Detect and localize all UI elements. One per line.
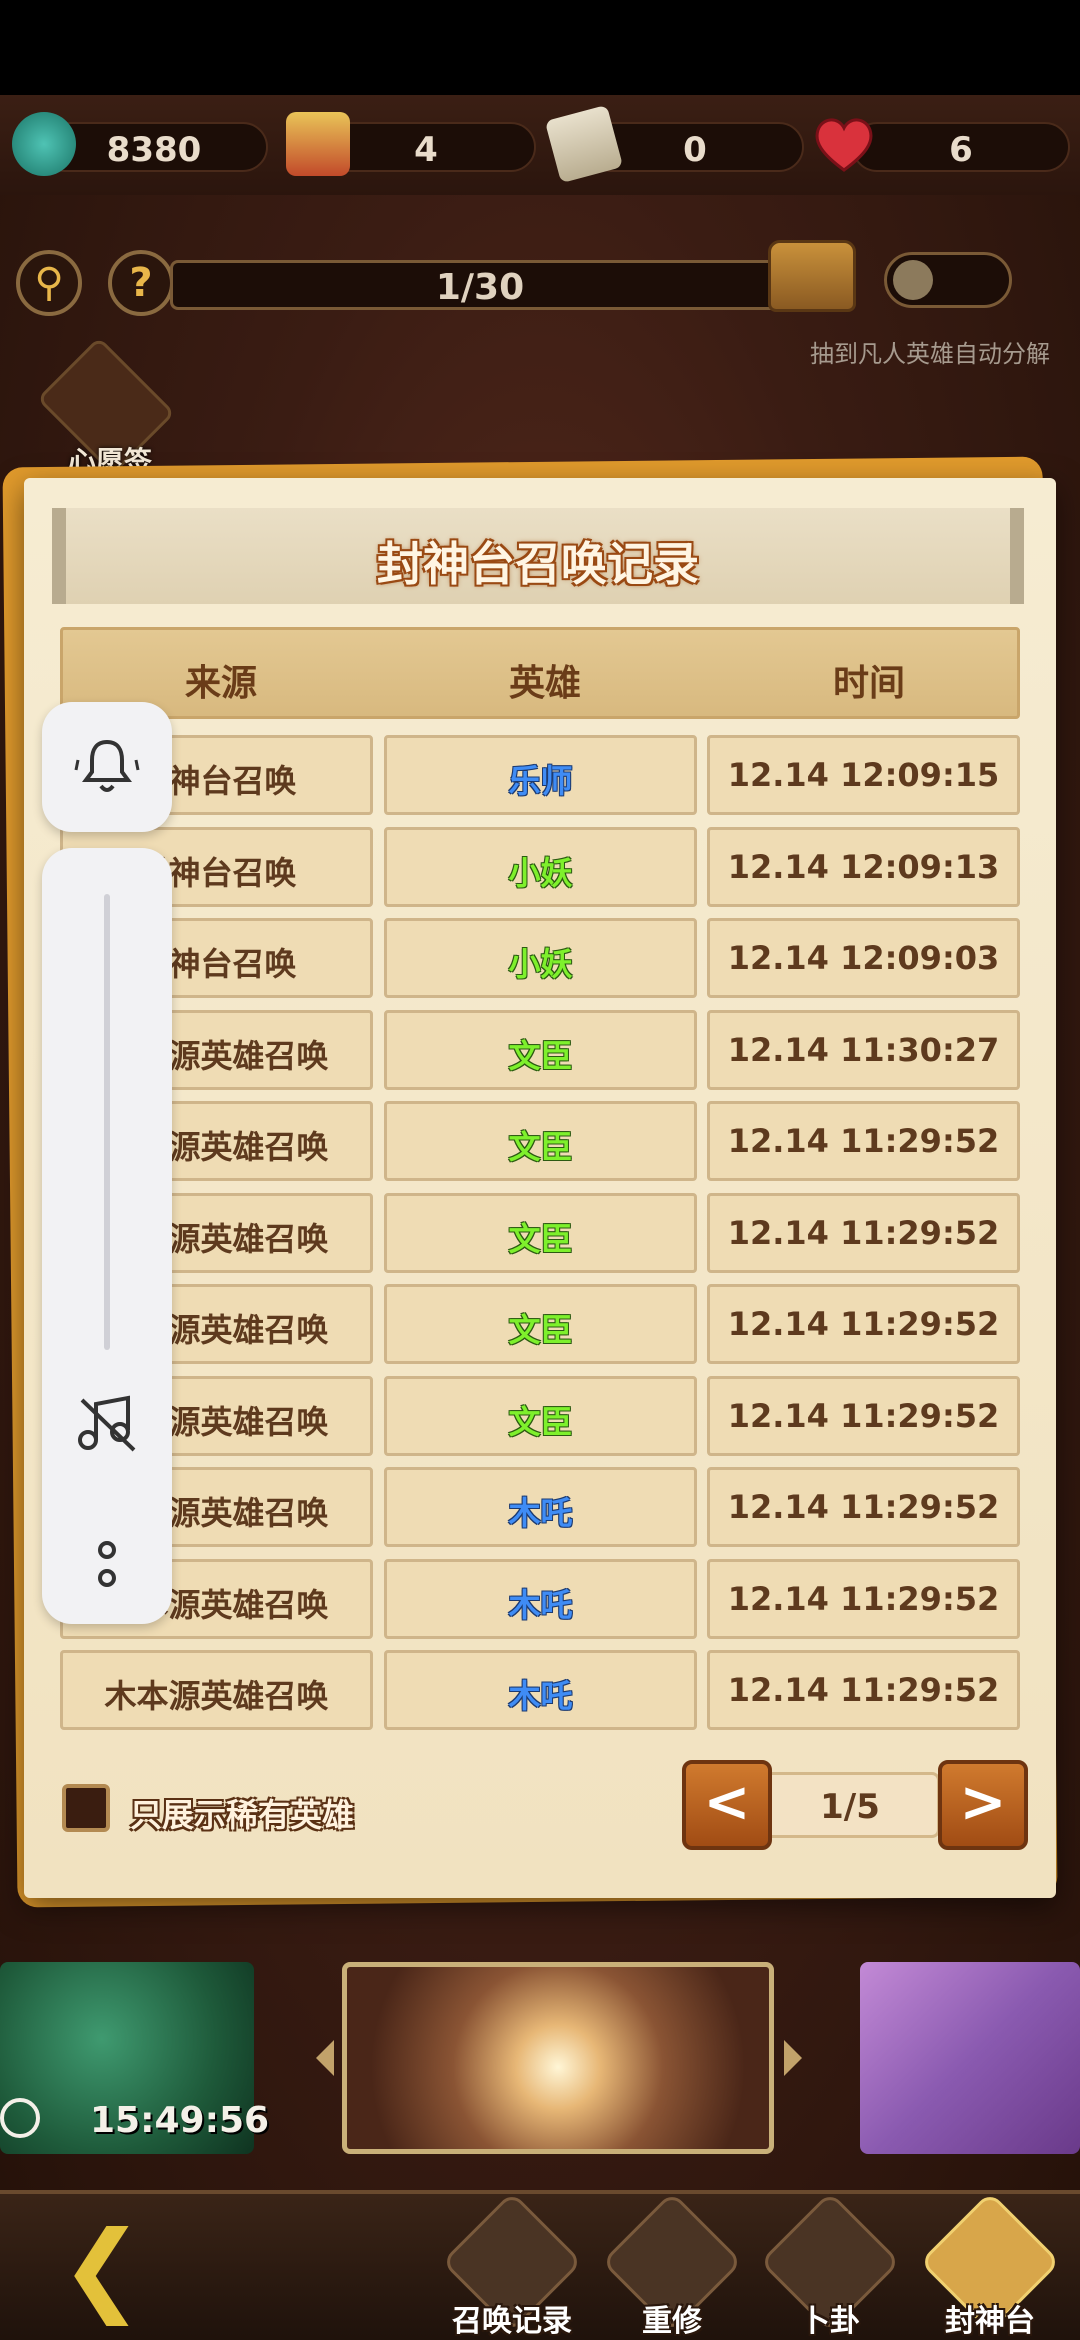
cell-time-text: 12.14 11:29:52	[727, 1671, 1000, 1709]
cell-time-text: 12.14 11:29:52	[727, 1397, 1000, 1435]
cell-hero-text: 小妖	[508, 854, 573, 892]
ringer-panel[interactable]	[42, 702, 172, 832]
cell-time: 12.14 11:30:27	[707, 1010, 1020, 1090]
cell-hero: 文臣	[384, 1193, 697, 1273]
status-bar	[0, 0, 1080, 95]
cell-time-text: 12.14 11:29:52	[727, 1122, 1000, 1160]
heart-icon	[812, 114, 876, 178]
cell-hero: 小妖	[384, 918, 697, 998]
cell-time: 12.14 12:09:13	[707, 827, 1020, 907]
event-banner-right[interactable]	[860, 1962, 1080, 2154]
header-source: 来源	[184, 663, 257, 704]
more-icon[interactable]	[94, 1540, 120, 1596]
cell-hero: 木吒	[384, 1467, 697, 1547]
next-page-button[interactable]: >	[938, 1760, 1028, 1850]
cell-time: 12.14 11:29:52	[707, 1467, 1020, 1547]
cell-time: 12.14 11:29:52	[707, 1376, 1020, 1456]
chevron-right-icon[interactable]	[784, 2040, 802, 2076]
cell-time: 12.14 11:29:52	[707, 1193, 1020, 1273]
nav-divination[interactable]: 卜卦	[745, 2296, 915, 2340]
search-icon: ⚲	[34, 260, 64, 306]
cell-hero: 文臣	[384, 1010, 697, 1090]
cell-hero-text: 木吒	[508, 1586, 573, 1624]
table-header: 来源 英雄 时间	[60, 627, 1020, 719]
cell-hero-text: 木吒	[508, 1494, 573, 1532]
cell-time-text: 12.14 11:29:52	[727, 1488, 1000, 1526]
progress-text: 1/30	[435, 267, 525, 308]
help-button[interactable]: ?	[108, 250, 174, 316]
scroll-ticket-icon	[286, 112, 350, 176]
header-hero: 英雄	[508, 663, 581, 704]
cell-time-text: 12.14 12:09:03	[727, 939, 1000, 977]
cell-hero: 木吒	[384, 1650, 697, 1730]
currency-heart: 6	[852, 122, 1070, 172]
volume-slider[interactable]	[104, 894, 110, 1350]
cell-source-text: 木本源英雄召唤	[104, 1677, 329, 1715]
nav-retrain[interactable]: 重修	[587, 2296, 757, 2340]
rare-only-checkbox[interactable]	[62, 1784, 110, 1832]
cell-hero-text: 小妖	[508, 945, 573, 983]
page-indicator: 1/5	[760, 1772, 940, 1838]
cell-time: 12.14 12:09:03	[707, 918, 1020, 998]
rare-only-label: 只展示稀有英雄	[130, 1796, 355, 1834]
cell-hero: 小妖	[384, 827, 697, 907]
cell-time-text: 12.14 12:09:15	[727, 756, 1000, 794]
clock-icon	[0, 2098, 40, 2138]
cell-time-text: 12.14 11:30:27	[727, 1031, 1000, 1069]
music-off-icon[interactable]	[74, 1394, 140, 1454]
bell-icon[interactable]	[74, 736, 140, 798]
cell-time: 12.14 11:29:52	[707, 1559, 1020, 1639]
cell-hero: 乐师	[384, 735, 697, 815]
dialog-title-band: 封神台召唤记录	[52, 508, 1024, 604]
cell-hero-text: 文臣	[508, 1128, 573, 1166]
cell-time-text: 12.14 11:29:52	[727, 1305, 1000, 1343]
cell-time: 12.14 11:29:52	[707, 1650, 1020, 1730]
chevron-left-icon[interactable]	[316, 2040, 334, 2076]
cell-hero-text: 文臣	[508, 1311, 573, 1349]
cell-hero-text: 乐师	[508, 762, 573, 800]
cell-hero: 文臣	[384, 1284, 697, 1364]
cell-time: 12.14 12:09:15	[707, 735, 1020, 815]
cell-time-text: 12.14 12:09:13	[727, 848, 1000, 886]
prev-page-button[interactable]: <	[682, 1760, 772, 1850]
dialog-title: 封神台召唤记录	[377, 537, 699, 591]
cell-time: 12.14 11:29:52	[707, 1284, 1020, 1364]
search-button[interactable]: ⚲	[16, 250, 82, 316]
auto-decompose-toggle[interactable]	[884, 252, 1012, 308]
event-timer: 15:49:56	[90, 2100, 270, 2141]
jade-coin-icon	[12, 112, 76, 176]
toggle-knob	[893, 260, 933, 300]
help-icon: ?	[129, 260, 153, 306]
cell-hero: 文臣	[384, 1376, 697, 1456]
cell-hero-text: 木吒	[508, 1677, 573, 1715]
cell-hero-text: 文臣	[508, 1037, 573, 1075]
cell-hero: 文臣	[384, 1101, 697, 1181]
summon-portal-banner[interactable]	[342, 1962, 774, 2154]
nav-altar[interactable]: 封神台	[905, 2296, 1075, 2340]
cell-time-text: 12.14 11:29:52	[727, 1580, 1000, 1618]
cell-time-text: 12.14 11:29:52	[727, 1214, 1000, 1252]
auto-decompose-label: 抽到凡人英雄自动分解	[810, 340, 1050, 368]
header-time: 时间	[832, 663, 905, 704]
back-arrow-icon[interactable]: ❮	[60, 2218, 180, 2318]
cell-hero-text: 文臣	[508, 1403, 573, 1441]
cell-time: 12.14 11:29:52	[707, 1101, 1020, 1181]
summon-progress-bar: 1/30	[170, 260, 790, 310]
cell-source: 木本源英雄召唤	[60, 1650, 373, 1730]
page-number: 1/5	[820, 1787, 880, 1827]
cell-hero-text: 文臣	[508, 1220, 573, 1258]
nav-summon-record[interactable]: 召唤记录	[427, 2296, 597, 2340]
cell-hero: 木吒	[384, 1559, 697, 1639]
reward-chest-icon[interactable]	[768, 240, 856, 312]
